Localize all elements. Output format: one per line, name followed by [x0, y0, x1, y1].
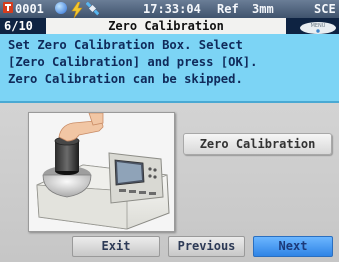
session-number: 0001 [15, 2, 44, 16]
page-title: Zero Calibration [46, 18, 286, 34]
clock-time: 17:33:04 [143, 2, 201, 16]
exit-button[interactable]: Exit [72, 236, 160, 257]
page-counter: 6/10 [4, 19, 33, 33]
status-bar: 0001 17:33:04 Ref 3mm SCE [0, 0, 339, 19]
next-button[interactable]: Next [253, 236, 333, 257]
header-bar: 6/10 Zero Calibration MENU [0, 18, 339, 34]
zero-calibration-screen: 0001 17:33:04 Ref 3mm SCE 6/10 Zero Cali… [0, 0, 339, 262]
sphere-icon [55, 2, 67, 14]
aperture-label: 3mm [252, 2, 274, 16]
reference-label: Ref [217, 2, 239, 16]
satellite-icon [85, 1, 100, 16]
previous-button[interactable]: Previous [168, 236, 245, 257]
instruction-line-2: [Zero Calibration] and press [OK]. [8, 55, 258, 69]
instruction-line-3: Zero Calibration can be skipped. [8, 72, 243, 86]
menu-badge-text: MENU [311, 23, 326, 29]
instruction-line-1: Set Zero Calibration Box. Select [8, 38, 243, 52]
menu-icon[interactable]: MENU [298, 19, 338, 34]
specular-mode-label: SCE [314, 2, 336, 16]
zero-calibration-button[interactable]: Zero Calibration [183, 133, 332, 155]
calibration-illustration [28, 112, 175, 232]
lightning-icon [71, 1, 83, 19]
spectrophotometer-with-zero-calibration-box-image [29, 113, 174, 231]
instruction-panel: Set Zero Calibration Box. Select [Zero C… [0, 34, 339, 103]
measurement-icon [3, 2, 13, 13]
